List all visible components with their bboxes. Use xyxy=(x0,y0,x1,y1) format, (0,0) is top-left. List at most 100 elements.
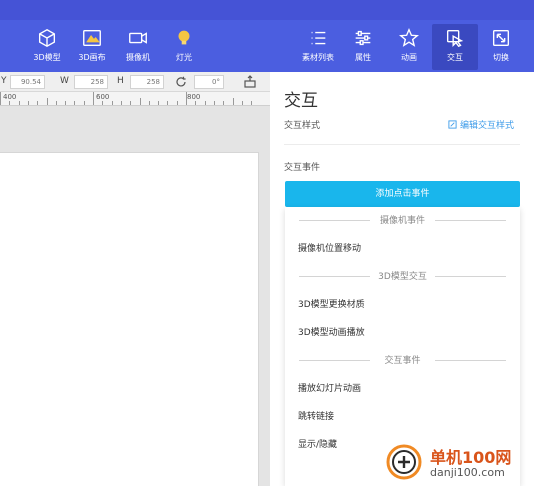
rotation-input[interactable]: 0° xyxy=(194,75,224,89)
event-option[interactable]: 显示/隐藏 xyxy=(298,437,337,450)
horizontal-ruler: 400 600 800 xyxy=(0,92,270,106)
rotate-icon xyxy=(176,76,186,87)
toolbar-3d-model-button[interactable]: 3D模型 xyxy=(24,24,70,70)
group-divider-line xyxy=(435,360,506,361)
ruler-tick xyxy=(251,101,253,105)
group-divider-line xyxy=(435,220,506,221)
ruler-tick xyxy=(213,101,215,105)
watermark-url: danji100.com xyxy=(430,466,505,479)
light-bulb-icon xyxy=(178,30,190,45)
ruler-tick xyxy=(148,101,150,105)
ruler-tick xyxy=(120,101,122,105)
panel-title: 交互 xyxy=(284,91,318,111)
title-strip xyxy=(0,0,534,20)
ruler-tick xyxy=(0,92,1,105)
list-icon xyxy=(311,31,326,45)
toolbar-label: 切换 xyxy=(493,53,509,62)
ruler-tick xyxy=(55,101,57,105)
canvas-3d-icon xyxy=(83,29,101,47)
toolbar-interaction-button[interactable]: 交互 xyxy=(432,24,478,70)
event-option[interactable]: 播放幻灯片动画 xyxy=(298,381,361,394)
ruler-mark: 600 xyxy=(96,93,110,101)
event-option[interactable]: 3D模型动画播放 xyxy=(298,325,365,338)
ruler-tick xyxy=(9,101,11,105)
ruler-tick xyxy=(27,101,29,105)
event-option[interactable]: 摄像机位置移动 xyxy=(298,241,361,254)
ruler-tick xyxy=(195,101,197,105)
canvas-page[interactable] xyxy=(0,152,259,486)
event-option[interactable]: 跳转链接 xyxy=(298,409,334,422)
ruler-mark: 400 xyxy=(3,93,17,101)
ruler-tick xyxy=(102,101,104,105)
ruler-mark: 800 xyxy=(187,93,201,101)
group-title: 摄像机事件 xyxy=(373,216,431,226)
watermark: 单机100网 danji100.com xyxy=(384,440,534,486)
toolbar-label: 3D模型 xyxy=(33,53,61,62)
group-divider-line xyxy=(299,360,370,361)
group-divider-line xyxy=(435,276,506,277)
width-label: W xyxy=(60,76,69,86)
group-header: 3D模型交互 xyxy=(285,269,520,283)
watermark-name: 单机100网 xyxy=(430,448,512,467)
group-header: 摄像机事件 xyxy=(285,213,520,227)
group-divider-line xyxy=(299,220,370,221)
y-input[interactable]: 90.54 xyxy=(10,75,45,89)
ruler-tick xyxy=(111,101,113,105)
toolbar-properties-button[interactable]: 属性 xyxy=(340,24,386,70)
camera-icon xyxy=(129,32,147,44)
toolbar-label: 交互 xyxy=(447,53,463,62)
ruler-tick xyxy=(241,101,243,105)
ruler-tick xyxy=(74,101,76,105)
switch-icon xyxy=(492,29,510,47)
group-divider-line xyxy=(299,276,370,277)
ruler-tick xyxy=(232,98,234,105)
divider xyxy=(284,144,520,145)
top-toolbar: 3D模型 3D画布 摄像机 灯光 素材列表 属性 动画 交互 切换 xyxy=(0,0,534,72)
ruler-tick xyxy=(46,98,48,105)
ruler-tick xyxy=(167,101,169,105)
ruler-tick xyxy=(139,98,141,105)
ruler-tick xyxy=(83,101,85,105)
toolbar-light-button[interactable]: 灯光 xyxy=(161,24,207,70)
star-icon xyxy=(398,28,420,47)
ruler-tick xyxy=(18,101,20,105)
toolbar-label: 素材列表 xyxy=(302,53,334,62)
interaction-icon xyxy=(446,29,464,48)
interaction-style-label: 交互样式 xyxy=(284,121,321,131)
toolbar-3d-canvas-button[interactable]: 3D画布 xyxy=(69,24,115,70)
group-title: 3D模型交互 xyxy=(372,272,433,282)
ruler-tick xyxy=(158,101,160,105)
toolbar-asset-list-button[interactable]: 素材列表 xyxy=(295,24,341,70)
ruler-tick xyxy=(93,92,94,105)
toolbar-label: 动画 xyxy=(401,53,417,62)
cube-icon xyxy=(38,28,56,48)
edit-link-label: 编辑交互样式 xyxy=(460,121,515,131)
event-option[interactable]: 3D模型更换材质 xyxy=(298,297,365,310)
toolbar-label: 属性 xyxy=(355,53,371,62)
interaction-panel: 交互 交互样式 编辑交互样式 交互事件 添加点击事件 摄像机事件摄像机位置移动 3… xyxy=(270,72,534,486)
align-icon[interactable] xyxy=(243,75,257,89)
ruler-tick xyxy=(176,101,178,105)
toolbar-animation-button[interactable]: 动画 xyxy=(386,24,432,70)
toolbar-label: 摄像机 xyxy=(126,53,150,62)
toolbar-camera-button[interactable]: 摄像机 xyxy=(115,24,161,70)
height-input[interactable]: 258 xyxy=(130,75,164,89)
sliders-icon xyxy=(355,30,371,46)
edit-icon xyxy=(448,120,457,129)
interaction-events-label: 交互事件 xyxy=(284,163,321,173)
group-title: 交互事件 xyxy=(378,356,427,366)
width-input[interactable]: 258 xyxy=(74,75,108,89)
ruler-tick xyxy=(204,101,206,105)
edit-interaction-style-link[interactable]: 编辑交互样式 xyxy=(448,118,514,131)
canvas-area[interactable] xyxy=(0,106,270,486)
watermark-logo xyxy=(386,444,422,480)
ruler-tick xyxy=(65,101,67,105)
y-label: Y xyxy=(1,76,7,86)
toolbar-label: 灯光 xyxy=(176,53,192,62)
toolbar-switch-button[interactable]: 切换 xyxy=(478,24,524,70)
ruler-tick xyxy=(130,101,132,105)
add-click-event-button[interactable]: 添加点击事件 xyxy=(285,181,520,207)
ruler-tick xyxy=(37,101,39,105)
ruler-tick xyxy=(186,92,187,105)
toolbar-label: 3D画布 xyxy=(78,53,106,62)
